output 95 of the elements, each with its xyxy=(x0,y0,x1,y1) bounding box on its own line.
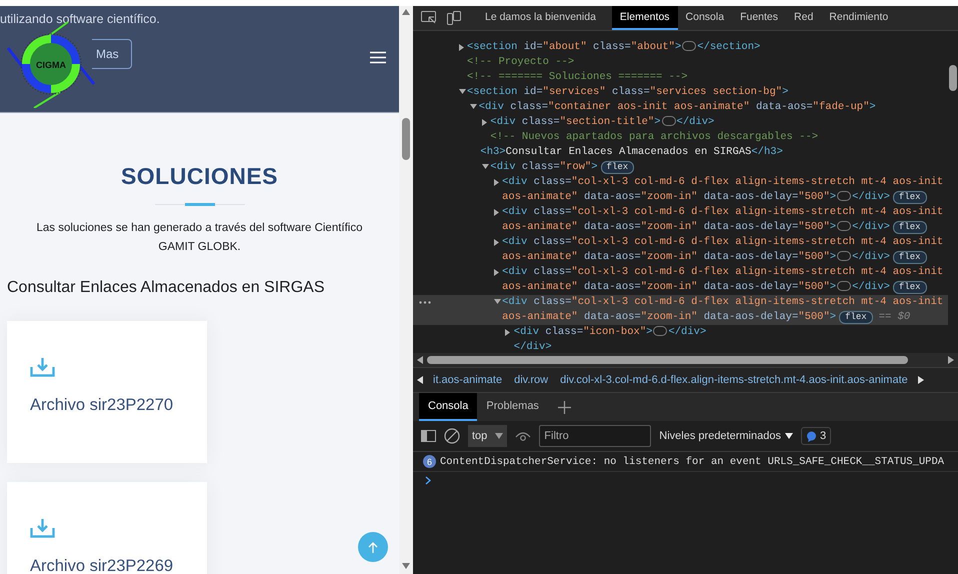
collapsed-arrow-icon[interactable] xyxy=(458,44,466,51)
eye-icon[interactable] xyxy=(515,430,532,442)
collapsed-arrow-icon[interactable] xyxy=(494,269,501,276)
issues-counter[interactable]: 3 xyxy=(800,427,832,445)
scroll-left-icon[interactable] xyxy=(417,356,423,364)
device-icon[interactable] xyxy=(447,11,461,25)
context-dropdown[interactable]: top xyxy=(468,425,508,447)
ellipsis-icon[interactable] xyxy=(837,191,852,202)
devtools-tab[interactable]: Fuentes xyxy=(732,6,786,30)
code-line: <div class="col-xl-3 col-md-6 d-flex align-items-stretch mt-4 aos-init aos-animate" data-aos="zoom-in" data-aos-delay="500"> </div> flex xyxy=(502,205,944,235)
devtools-tab[interactable]: Rendimiento xyxy=(821,6,896,30)
ellipsis-icon[interactable] xyxy=(653,326,668,336)
code-line: <section id="services" class="services section-bg"> xyxy=(467,85,790,100)
tree-row[interactable]: <!-- Nuevos apartados para archivos descargables --> xyxy=(413,130,948,145)
caret-icon xyxy=(784,433,793,439)
code-comment: <!-- ======= Soluciones ======= --> xyxy=(467,70,689,85)
code-comment: <!-- Proyecto --> xyxy=(467,55,576,70)
page-scrollbar[interactable] xyxy=(399,6,413,574)
devtools-tab[interactable]: Red xyxy=(786,6,822,30)
expanded-arrow-icon[interactable] xyxy=(482,164,489,171)
code-line: <section id="about" class="about"> </section> xyxy=(467,40,762,55)
tree-row[interactable]: <div class="icon-box"> </div> xyxy=(413,325,948,340)
tree-row[interactable]: <section id="about" class="about"> </section> xyxy=(413,40,948,55)
file-title: Archivo sir23P2269 xyxy=(30,557,174,574)
ellipsis-icon[interactable] xyxy=(662,116,676,126)
logo-text: CIGMA xyxy=(36,60,66,70)
file-card[interactable]: Archivo sir23P2270 xyxy=(7,321,207,463)
tree-row[interactable]: <div class="section-title"> </div> xyxy=(413,115,948,130)
message-icon xyxy=(806,430,817,442)
devtools-tab[interactable]: Elementos xyxy=(612,6,678,30)
ellipsis-icon[interactable] xyxy=(837,251,852,262)
tree-row[interactable]: <section id="services" class="services section-bg"> xyxy=(413,85,948,100)
levels-dropdown[interactable]: Niveles predeterminados xyxy=(659,430,793,442)
repeat-count: 6 xyxy=(423,455,436,468)
drawer-tab[interactable]: Problemas xyxy=(477,393,548,421)
tree-row[interactable]: <div class="col-xl-3 col-md-6 d-flex align-items-stretch mt-4 aos-init aos-animate" data-aos="zoom-in" data-aos-delay="500"> </div> flex xyxy=(413,265,948,295)
more-icon[interactable] xyxy=(419,301,431,304)
prompt-chevron-icon[interactable] xyxy=(425,476,431,485)
inspect-icon[interactable] xyxy=(421,11,437,25)
expanded-arrow-icon[interactable] xyxy=(470,104,478,111)
scrollbar-thumb[interactable] xyxy=(402,118,410,160)
collapsed-arrow-icon[interactable] xyxy=(505,329,512,336)
expanded-arrow-icon[interactable] xyxy=(458,89,466,96)
scroll-up-icon[interactable] xyxy=(402,9,410,15)
plus-icon[interactable] xyxy=(558,400,571,414)
scroll-down-icon[interactable] xyxy=(402,563,410,569)
code-line: <div class="container aos-init aos-animate" data-aos="fade-up"> xyxy=(478,100,877,115)
ellipsis-icon[interactable] xyxy=(682,41,696,52)
section-heading: Consultar Enlaces Almacenados en SIRGAS xyxy=(7,279,326,297)
devtools-tab[interactable]: Consola xyxy=(678,6,732,30)
section-title: SOLUCIONES xyxy=(120,163,280,190)
tree-row[interactable]: <!-- ======= Soluciones ======= --> xyxy=(413,70,948,85)
code-line: <div class="col-xl-3 col-md-6 d-flex align-items-stretch mt-4 aos-init aos-animate" data-aos="zoom-in" data-aos-delay="500"> flex == $0 xyxy=(502,295,944,325)
caret-icon xyxy=(495,433,504,439)
tree-row[interactable]: <div class="container aos-init aos-animate" data-aos="fade-up"> xyxy=(413,100,948,115)
horizontal-scrollbar[interactable] xyxy=(413,353,958,367)
drawer-tab[interactable]: Consola xyxy=(419,393,478,421)
tree-row[interactable]: <div class="col-xl-3 col-md-6 d-flex align-items-stretch mt-4 aos-init aos-animate" data-aos="zoom-in" data-aos-delay="500"> </div> flex xyxy=(413,175,948,205)
ellipsis-icon[interactable] xyxy=(837,221,852,232)
tree-row[interactable]: <div class="col-xl-3 col-md-6 d-flex align-items-stretch mt-4 aos-init aos-animate" data-aos="zoom-in" data-aos-delay="500"> </div> flex xyxy=(413,235,948,265)
console-message: ContentDispatcherService: no listeners for an event URLS_SAFE_CHECK__STATUS_UPDA xyxy=(440,456,944,468)
file-card[interactable]: Archivo sir23P2269 xyxy=(7,482,207,574)
breadcrumb[interactable]: div.row xyxy=(508,374,554,386)
code-comment: <!-- Nuevos apartados para archivos descargables --> xyxy=(490,130,820,145)
code-line: <div class="col-xl-3 col-md-6 d-flex align-items-stretch mt-4 aos-init aos-animate" data-aos="zoom-in" data-aos-delay="500"> </div> flex xyxy=(502,175,944,205)
intro-text: utilizando software científico. xyxy=(0,12,161,26)
expanded-arrow-icon[interactable] xyxy=(494,299,501,306)
sidebar-icon[interactable] xyxy=(421,430,436,442)
tree-row[interactable]: <h3>Consultar Enlaces Almacenados en SIRGAS</h3> xyxy=(413,145,948,160)
menu-icon[interactable] xyxy=(370,51,386,64)
tree-row[interactable]: <!-- Proyecto --> xyxy=(413,55,948,70)
clear-icon[interactable] xyxy=(444,428,460,444)
up-arrow-icon xyxy=(368,542,378,552)
code-line: <div class="col-xl-3 col-md-6 d-flex align-items-stretch mt-4 aos-init aos-animate" data-aos="zoom-in" data-aos-delay="500"> </div> flex xyxy=(502,235,944,265)
ellipsis-icon[interactable] xyxy=(837,281,852,292)
tree-row[interactable]: </div> xyxy=(413,340,948,353)
more-button[interactable]: Mas xyxy=(92,39,132,69)
code-line: <div class="col-xl-3 col-md-6 d-flex align-items-stretch mt-4 aos-init aos-animate" data-aos="zoom-in" data-aos-delay="500"> </div> flex xyxy=(502,265,944,295)
code-line: <div class="section-title"> </div> xyxy=(490,115,716,130)
devtools-tab[interactable]: Le damos la bienvenida xyxy=(475,6,612,30)
collapsed-arrow-icon[interactable] xyxy=(494,179,501,186)
filter-field[interactable]: Filtro xyxy=(539,425,652,447)
tree-row[interactable]: <div class="col-xl-3 col-md-6 d-flex align-items-stretch mt-4 aos-init aos-animate" data-aos="zoom-in" data-aos-delay="500"> </div> flex xyxy=(413,205,948,235)
code-line: <div class="icon-box"> </div> xyxy=(514,325,708,340)
breadcrumb[interactable]: it.aos-animate xyxy=(427,374,508,386)
section-description: Las soluciones se han generado a través del software Científico GAMIT GLOBK. xyxy=(35,221,364,255)
breadcrumb[interactable]: div.col-xl-3.col-md-6.d-flex.align-items-stretch.mt-4.aos-init.aos-animate xyxy=(554,374,914,386)
code-line: <h3>Consultar Enlaces Almacenados en SIRGAS</h3> xyxy=(480,145,784,160)
collapsed-arrow-icon[interactable] xyxy=(494,209,501,216)
file-title: Archivo sir23P2270 xyxy=(30,396,174,415)
collapsed-arrow-icon[interactable] xyxy=(494,239,501,246)
collapsed-arrow-icon[interactable] xyxy=(482,119,489,126)
code-line: </div> xyxy=(514,340,553,353)
scroll-right-icon[interactable] xyxy=(948,356,954,364)
selected-tree-row[interactable]: <div class="col-xl-3 col-md-6 d-flex align-items-stretch mt-4 aos-init aos-animate" data-aos="zoom-in" data-aos-delay="500"> flex == $0 xyxy=(413,295,948,325)
